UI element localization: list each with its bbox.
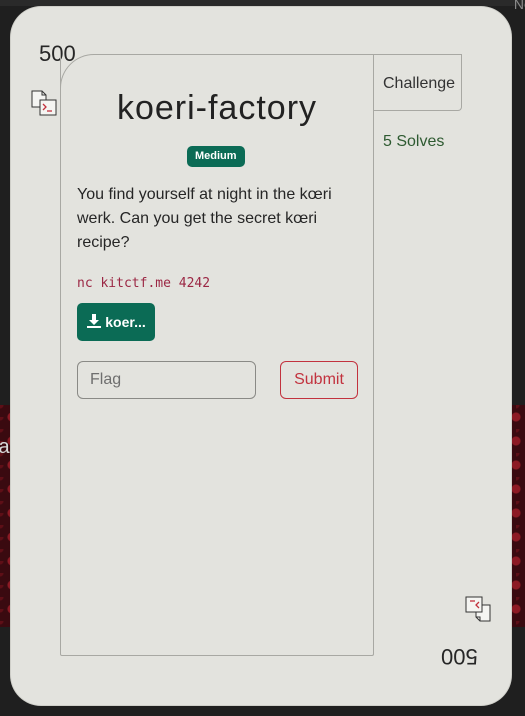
submit-button[interactable]: Submit: [280, 361, 358, 399]
challenge-title: koeri-factory: [116, 89, 318, 127]
points-value-flipped: 500: [441, 644, 478, 669]
download-file-button[interactable]: koer...: [77, 303, 155, 341]
difficulty-badge: Medium: [187, 146, 245, 167]
download-icon: [86, 313, 102, 332]
connection-command: nc kitctf.me 4242: [77, 276, 211, 291]
tab-challenge-label[interactable]: Challenge: [383, 75, 455, 93]
challenge-card: 500 Challenge 5 Solves koeri-factory Med…: [11, 7, 511, 705]
background-topbar: [0, 0, 525, 6]
terminal-file-icon: [31, 90, 57, 116]
background-text: ja: [0, 436, 10, 458]
background-notification-text: Nc: [513, 0, 525, 12]
challenge-description: You find yourself at night in the kœri w…: [77, 186, 332, 251]
terminal-file-icon: [465, 596, 491, 622]
download-file-label: koer...: [105, 314, 146, 330]
challenge-panel: [60, 54, 374, 656]
flag-input[interactable]: [77, 361, 256, 399]
solves-link[interactable]: 5 Solves: [383, 133, 444, 151]
